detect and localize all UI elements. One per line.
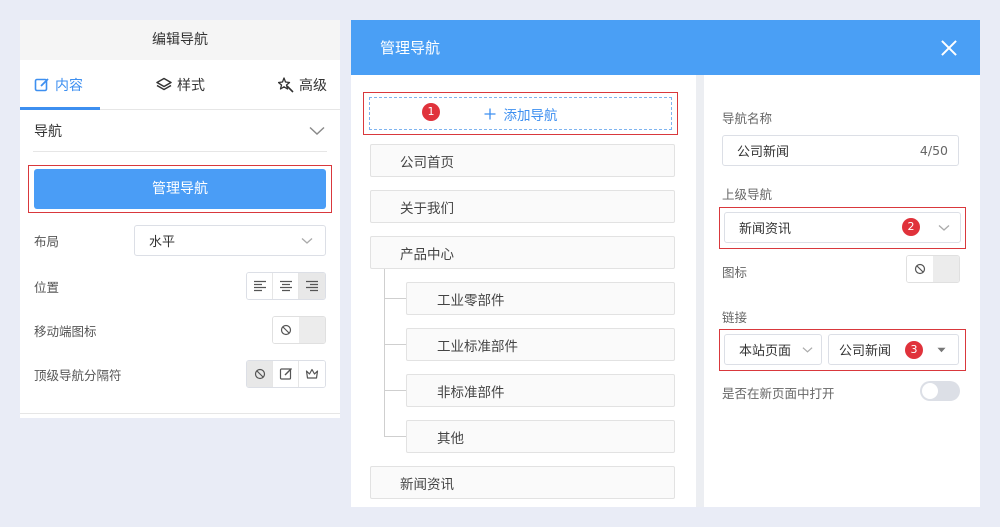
new-page-switch[interactable]: [920, 381, 960, 401]
nav-section-header[interactable]: 导航: [33, 110, 327, 152]
nav-item[interactable]: 关于我们: [370, 190, 675, 223]
nav-name-input[interactable]: 公司新闻 4/50: [722, 135, 959, 166]
separator-none-button[interactable]: [247, 361, 273, 387]
parent-nav-select[interactable]: 新闻资讯: [724, 212, 961, 243]
align-right-button[interactable]: [299, 273, 325, 299]
position-label: 位置: [34, 279, 60, 295]
nav-item-child[interactable]: 非标准部件: [406, 374, 675, 407]
add-nav-button[interactable]: 添加导航: [369, 97, 672, 130]
nav-section-label: 导航: [34, 123, 62, 140]
none-icon: [254, 368, 265, 380]
add-nav-label: 添加导航: [503, 107, 558, 124]
tab-content[interactable]: 内容: [34, 60, 83, 110]
link-type-select[interactable]: 本站页面: [724, 334, 822, 365]
active-tab-indicator: [20, 107, 100, 110]
tab-style[interactable]: 样式: [156, 60, 205, 110]
chevron-down-icon: [309, 126, 325, 135]
new-page-label: 是否在新页面中打开: [722, 386, 835, 401]
nav-settings-form: 导航名称 公司新闻 4/50 上级导航 新闻资讯 2 图标 链接 本站页面 公司…: [704, 75, 980, 507]
parent-nav-value: 新闻资讯: [739, 222, 792, 237]
nav-item[interactable]: 公司首页: [370, 144, 675, 177]
nav-tree-panel: 添加导航 1 公司首页 关于我们 产品中心 工业零部件 工业标准部件 非标准部件…: [351, 75, 696, 507]
nav-name-label: 导航名称: [722, 111, 773, 126]
tab-advanced-label: 高级: [299, 78, 327, 94]
separator-edit-button[interactable]: [273, 361, 299, 387]
manage-nav-highlight: 管理导航: [28, 165, 332, 213]
add-nav-highlight: 添加导航 1: [363, 92, 678, 135]
separator-label: 顶级导航分隔符: [34, 367, 122, 383]
divider: [20, 413, 340, 414]
nav-name-value: 公司新闻: [737, 145, 790, 160]
tab-advanced[interactable]: 高级: [278, 60, 327, 110]
nav-item-child[interactable]: 其他: [406, 420, 675, 453]
tree-line: [384, 390, 406, 391]
align-right-icon: [306, 280, 318, 292]
edit-nav-panel: 编辑导航 内容 样式 高级 导航 管理导航 布局 水平 位置 移动端图标 顶级导…: [20, 20, 340, 418]
magic-icon: [278, 77, 294, 93]
tab-style-label: 样式: [177, 78, 205, 94]
dialog-header: 管理导航: [351, 20, 980, 75]
panel-title: 编辑导航: [20, 20, 340, 60]
link-label: 链接: [722, 310, 748, 325]
chevron-down-icon: [802, 346, 813, 353]
link-page-value: 公司新闻: [839, 344, 892, 359]
manage-nav-dialog: 管理导航 添加导航 1 公司首页 关于我们 产品中心 工业零部件 工业标准部件 …: [351, 20, 980, 507]
edit-icon: [34, 78, 49, 92]
close-icon[interactable]: [940, 39, 958, 57]
nav-item[interactable]: 产品中心: [370, 236, 675, 269]
position-row: 位置: [34, 272, 326, 300]
tab-content-label: 内容: [55, 78, 83, 94]
mobile-icon-label: 移动端图标: [34, 323, 97, 339]
tree-line: [384, 436, 406, 437]
icon-label: 图标: [722, 265, 748, 280]
step-badge-2: 2: [902, 218, 920, 236]
link-page-select[interactable]: 公司新闻: [828, 334, 959, 365]
nav-item-child[interactable]: 工业标准部件: [406, 328, 675, 361]
mobile-icon-picker[interactable]: [272, 316, 326, 344]
step-badge-3: 3: [905, 341, 923, 359]
separator-crown-button[interactable]: [299, 361, 325, 387]
align-center-button[interactable]: [273, 273, 299, 299]
layers-icon: [156, 77, 172, 91]
chevron-down-icon: [301, 237, 313, 244]
column-divider: [696, 75, 704, 507]
plus-icon: [484, 108, 495, 119]
align-center-icon: [279, 280, 292, 292]
panel-tabs: 内容 样式 高级: [20, 60, 340, 110]
parent-nav-label: 上级导航: [722, 187, 773, 202]
separator-button-group: [246, 360, 326, 388]
none-icon: [914, 263, 926, 275]
mobile-icon-row: 移动端图标: [34, 316, 326, 344]
nav-item[interactable]: 新闻资讯: [370, 466, 675, 499]
align-left-button[interactable]: [247, 273, 273, 299]
caret-down-icon: [937, 347, 946, 352]
crown-icon: [305, 368, 319, 379]
char-count: 4/50: [919, 143, 948, 158]
manage-nav-button[interactable]: 管理导航: [34, 169, 326, 209]
position-button-group: [246, 272, 326, 300]
dialog-title: 管理导航: [380, 39, 441, 57]
layout-value: 水平: [149, 235, 176, 250]
step-badge-1: 1: [422, 103, 440, 121]
tree-line: [384, 298, 406, 299]
nav-item-child[interactable]: 工业零部件: [406, 282, 675, 315]
none-icon: [280, 324, 292, 336]
edit-icon: [279, 368, 292, 380]
layout-row: 布局 水平: [34, 225, 326, 256]
tree-line: [384, 344, 406, 345]
chevron-down-icon: [938, 224, 950, 231]
separator-row: 顶级导航分隔符: [34, 360, 326, 388]
layout-select[interactable]: 水平: [134, 225, 326, 256]
icon-picker[interactable]: [906, 255, 960, 283]
layout-label: 布局: [34, 234, 60, 249]
link-type-value: 本站页面: [739, 344, 792, 359]
tree-line: [384, 269, 385, 437]
align-left-icon: [253, 280, 266, 292]
